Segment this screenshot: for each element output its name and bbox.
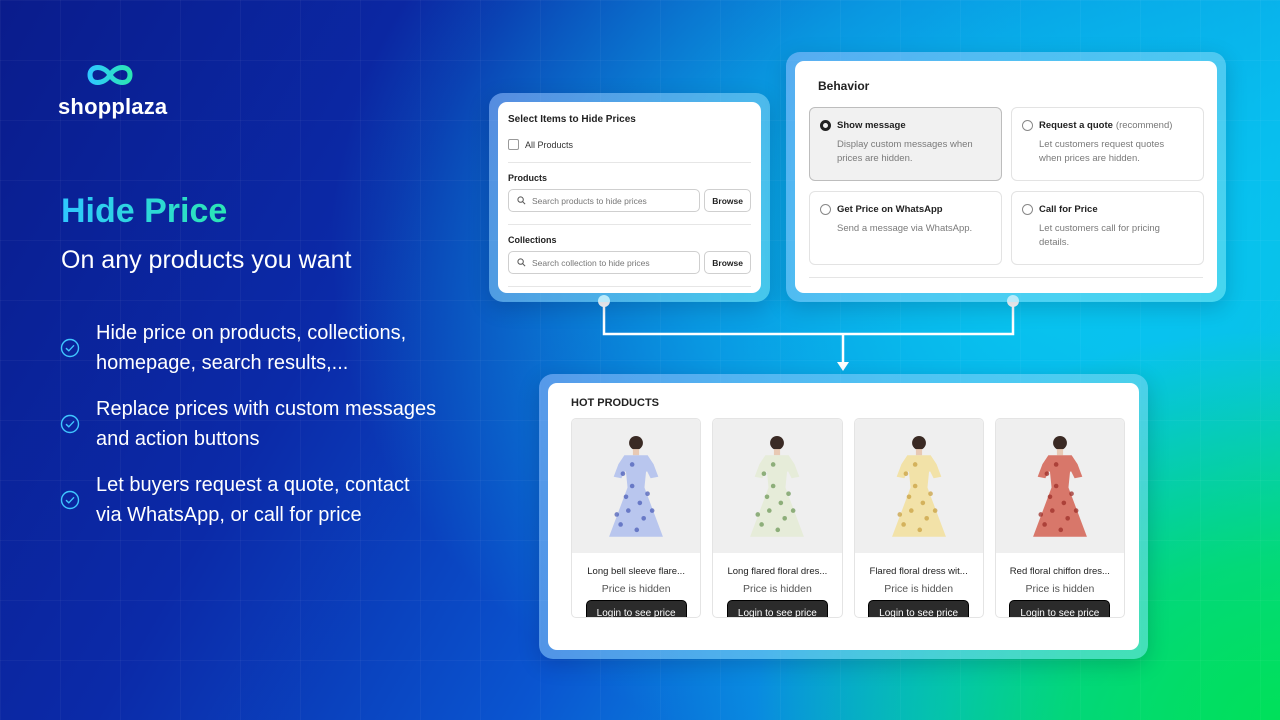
divider [809, 277, 1203, 278]
all-products-label: All Products [525, 139, 574, 150]
product-name: Long bell sleeve flare... [587, 566, 685, 577]
option-description: Let customers request quotes when prices … [1039, 139, 1165, 164]
option-request-quote[interactable]: Request a quote (recommend) Let customers… [1011, 107, 1204, 181]
infinity-logo-icon [87, 65, 133, 85]
option-description: Send a message via WhatsApp. [837, 223, 973, 234]
option-description: Display custom messages when prices are h… [837, 139, 973, 164]
product-card[interactable]: Long flared floral dres... Price is hidd… [712, 418, 843, 618]
feature-text: Let buyers request a quote, contact via W… [96, 474, 410, 526]
radio[interactable] [1022, 204, 1033, 215]
product-name: Red floral chiffon dres... [1009, 566, 1110, 577]
panel-title: HOT PRODUCTS [571, 397, 659, 409]
search-icon [517, 258, 526, 267]
select-items-panel: Select Items to Hide Prices All Products… [489, 93, 770, 302]
price-hidden-text: Price is hidden [742, 583, 812, 595]
collections-label: Collections [508, 235, 557, 245]
browse-products-button[interactable]: Browse [704, 189, 751, 212]
option-call-for-price[interactable]: Call for Price Let customers call for pr… [1011, 191, 1204, 265]
collection-search-input[interactable]: Search collection to hide prices [508, 251, 701, 274]
product-grid: Long bell sleeve flare... Price is hidde… [571, 418, 1125, 618]
check-circle-icon [60, 414, 80, 434]
feature-item: Replace prices with custom messages and a… [60, 394, 480, 454]
login-to-see-price-button[interactable]: Login to see price [726, 600, 828, 617]
product-image [995, 419, 1124, 553]
product-search-input[interactable]: Search products to hide prices [508, 189, 701, 212]
dress-image-icon [1032, 436, 1087, 537]
product-name: Flared floral dress wit... [869, 566, 968, 577]
products-label: Products [508, 173, 548, 183]
brand-logo: shopplaza [58, 60, 167, 120]
product-card[interactable]: Long bell sleeve flare... Price is hidde… [571, 418, 702, 618]
product-card[interactable]: Red floral chiffon dres... Price is hidd… [994, 418, 1125, 618]
login-to-see-price-button[interactable]: Login to see price [585, 600, 687, 617]
price-hidden-text: Price is hidden [601, 583, 671, 595]
check-circle-icon [60, 338, 80, 358]
brand-name: shopplaza [58, 94, 168, 119]
feature-text: Hide price on products, collections, home… [96, 322, 407, 374]
search-icon [517, 196, 526, 205]
product-image [572, 419, 701, 553]
feature-item: Let buyers request a quote, contact via W… [60, 470, 480, 530]
feature-list: Hide price on products, collections, home… [60, 318, 480, 546]
dress-image-icon [750, 436, 805, 537]
radio[interactable] [1022, 120, 1033, 131]
feature-item: Hide price on products, collections, home… [60, 318, 480, 378]
product-card[interactable]: Flared floral dress wit... Price is hidd… [853, 418, 984, 618]
behavior-panel: Behavior Show message Display custom mes… [786, 52, 1226, 302]
login-to-see-price-button[interactable]: Login to see price [868, 600, 970, 617]
product-image [854, 419, 983, 553]
hero-subtitle: On any products you want [61, 246, 352, 274]
dress-image-icon [891, 436, 946, 537]
price-hidden-text: Price is hidden [884, 583, 954, 595]
hero-title: Hide Price [61, 192, 228, 230]
product-image [713, 419, 842, 553]
all-products-checkbox[interactable] [508, 139, 519, 150]
dress-image-icon [609, 436, 664, 537]
radio-selected[interactable] [820, 120, 831, 131]
option-whatsapp[interactable]: Get Price on WhatsApp Send a message via… [809, 191, 1002, 265]
hot-products-panel: HOT PRODUCTS Long bell sleeve flare... P… [539, 374, 1148, 659]
price-hidden-text: Price is hidden [1025, 583, 1095, 595]
option-description: Let customers call for pricing details. [1039, 223, 1160, 248]
check-circle-icon [60, 490, 80, 510]
panel-title: Behavior [818, 79, 870, 93]
product-name: Long flared floral dres... [727, 566, 828, 577]
recommend-tag: (recommend) [1115, 120, 1173, 131]
feature-text: Replace prices with custom messages and a… [96, 398, 437, 450]
option-show-message[interactable]: Show message Display custom messages whe… [809, 107, 1002, 181]
login-to-see-price-button[interactable]: Login to see price [1009, 600, 1111, 617]
browse-collections-button[interactable]: Browse [704, 251, 751, 274]
radio[interactable] [820, 204, 831, 215]
panel-title: Select Items to Hide Prices [508, 114, 636, 125]
